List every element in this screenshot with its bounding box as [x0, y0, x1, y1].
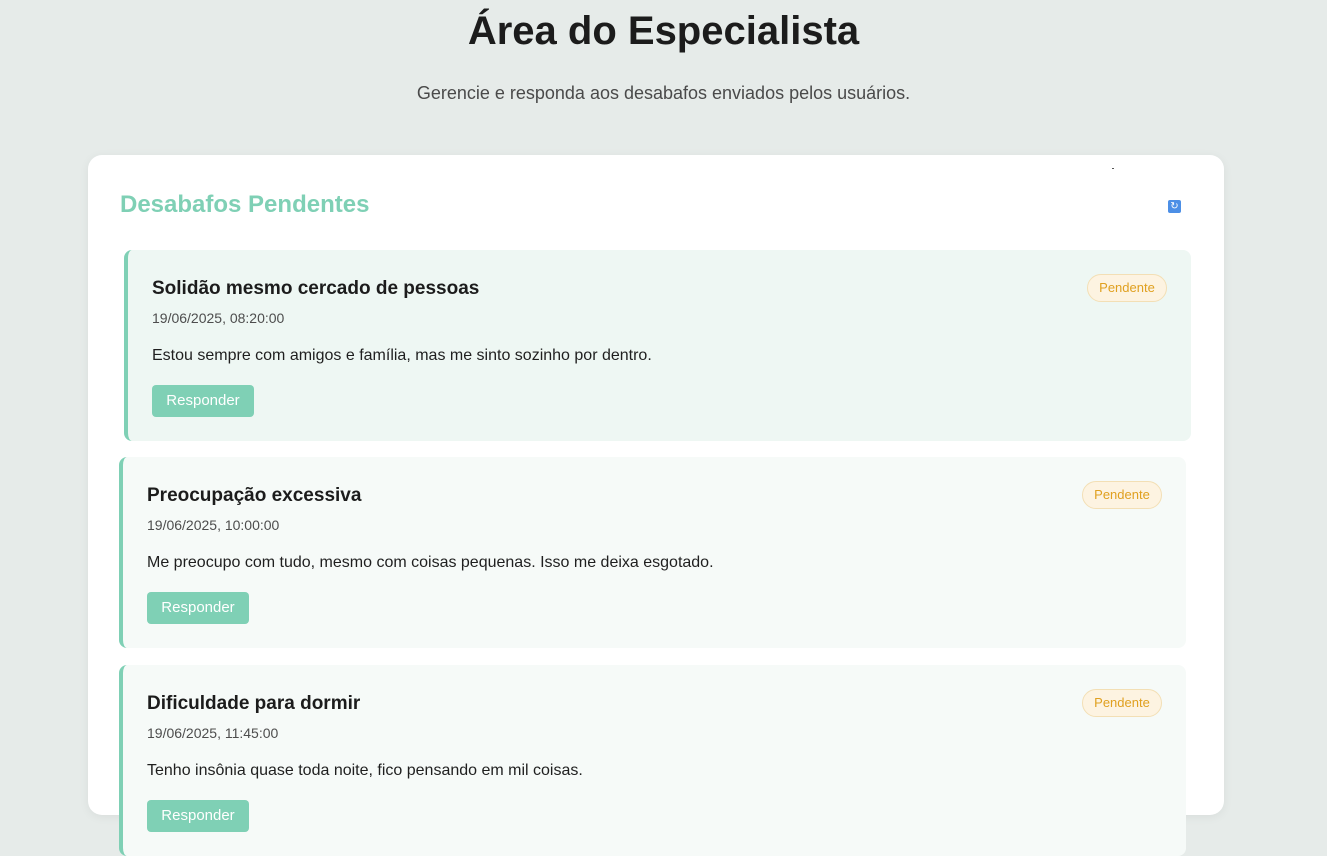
refresh-icon[interactable]: ↻: [1168, 200, 1181, 213]
item-text: Tenho insônia quase toda noite, fico pen…: [147, 762, 583, 779]
status-badge: Pendente: [1082, 481, 1162, 509]
status-badge: Pendente: [1087, 274, 1167, 302]
page-title: Área do Especialista: [467, 9, 860, 53]
item-title: Solidão mesmo cercado de pessoas: [152, 278, 480, 299]
item-title: Preocupação excessiva: [147, 485, 362, 506]
panel-title: Desabafos Pendentes: [120, 191, 370, 218]
list-item: Solidão mesmo cercado de pessoas 19/06/2…: [124, 250, 1191, 441]
item-date: 19/06/2025, 08:20:00: [152, 310, 285, 326]
reply-button[interactable]: Responder: [147, 800, 249, 832]
page-subtitle: Gerencie e responda aos desabafos enviad…: [416, 83, 911, 103]
item-date: 19/06/2025, 11:45:00: [147, 725, 279, 741]
pending-panel: Desabafos Pendentes ↻ Solidão mesmo cerc…: [88, 155, 1224, 856]
list-item: Dificuldade para dormir 19/06/2025, 11:4…: [119, 665, 1186, 856]
list-item: Preocupação excessiva 19/06/2025, 10:00:…: [119, 457, 1186, 648]
item-text: Estou sempre com amigos e família, mas m…: [152, 347, 652, 364]
item-text: Me preocupo com tudo, mesmo com coisas p…: [147, 554, 714, 571]
item-date: 19/06/2025, 10:00:00: [147, 517, 280, 533]
reply-button[interactable]: Responder: [147, 592, 249, 624]
status-badge: Pendente: [1082, 689, 1162, 717]
reply-button[interactable]: Responder: [152, 385, 254, 417]
item-title: Dificuldade para dormir: [147, 693, 361, 714]
stray-dot: [1112, 168, 1114, 169]
